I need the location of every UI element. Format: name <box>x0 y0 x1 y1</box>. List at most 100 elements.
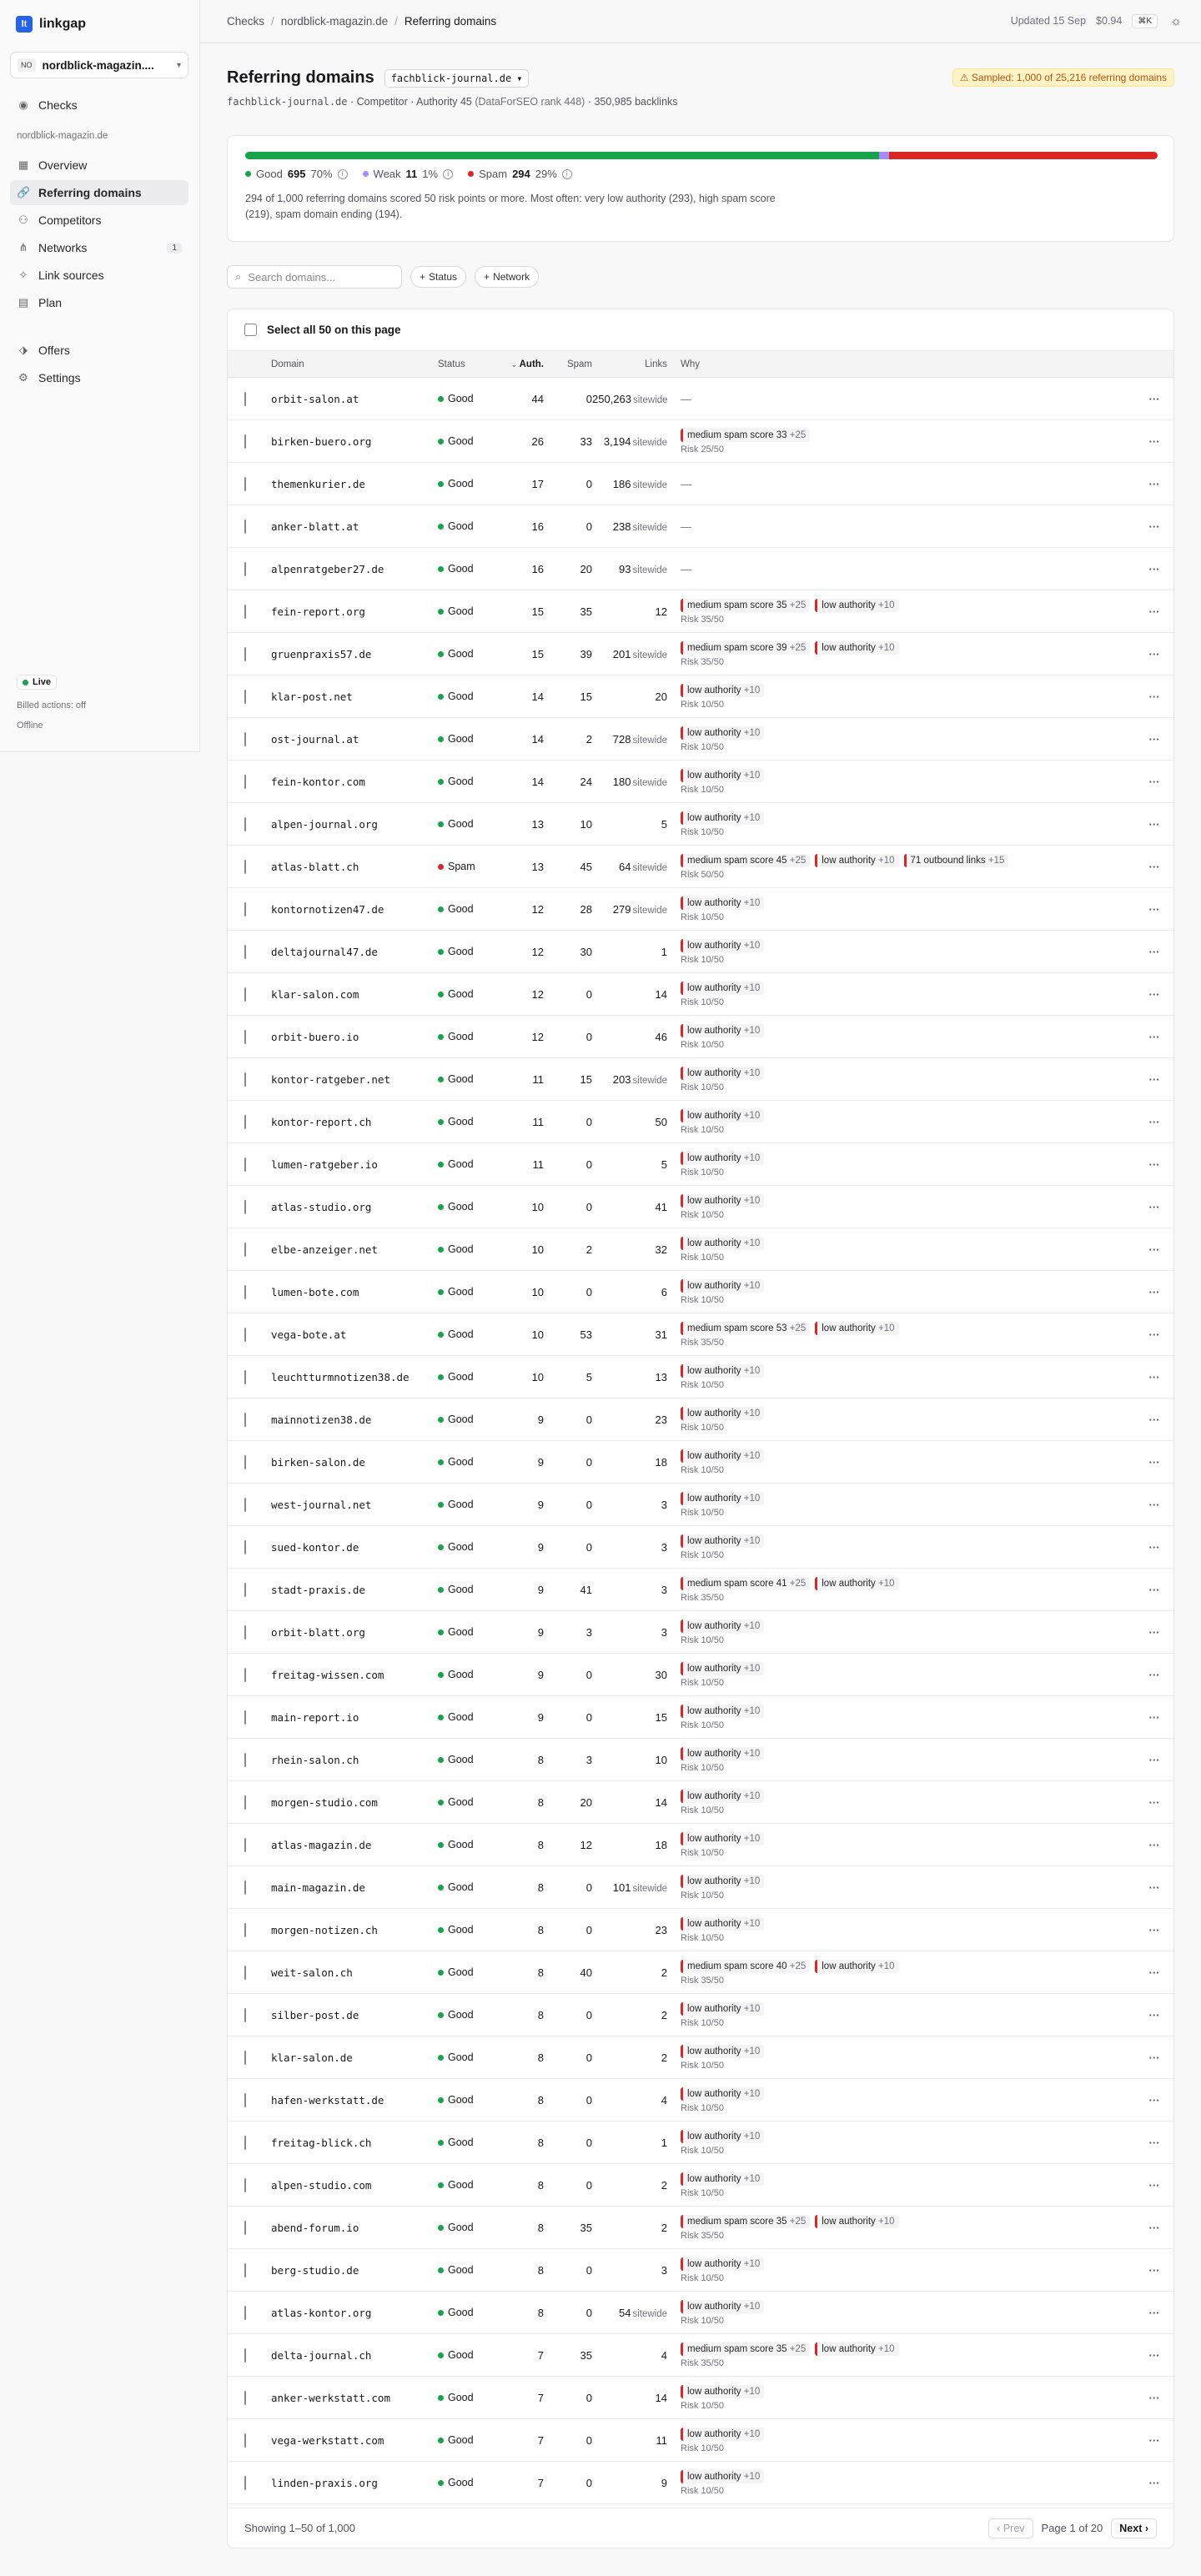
domain-cell[interactable]: freitag-wissen.com <box>271 1669 438 1681</box>
row-checkbox[interactable] <box>244 604 246 619</box>
table-row[interactable]: alpen-journal.org Good 13 10 5 low authority … <box>228 803 1173 846</box>
row-actions-icon[interactable]: ··· <box>1135 1626 1173 1639</box>
table-row[interactable]: anker-werkstatt.com Good 7 0 14 low authority… <box>228 2377 1173 2419</box>
sidebar-item-plan[interactable]: ▤ Plan <box>10 290 188 315</box>
domain-cell[interactable]: linden-praxis.org <box>271 2477 438 2489</box>
col-status[interactable]: Status <box>438 359 496 369</box>
row-checkbox[interactable] <box>244 1710 246 1725</box>
row-checkbox[interactable] <box>244 1072 246 1087</box>
row-checkbox[interactable] <box>244 2433 246 2448</box>
row-actions-icon[interactable]: ··· <box>1135 776 1173 788</box>
info-icon[interactable]: i <box>337 168 348 179</box>
domain-cell[interactable]: hafen-werkstatt.de <box>271 2094 438 2106</box>
row-checkbox[interactable] <box>244 1497 246 1512</box>
row-actions-icon[interactable]: ··· <box>1135 2392 1173 2404</box>
domain-cell[interactable]: alpenratgeber27.de <box>271 563 438 575</box>
domain-cell[interactable]: abend-forum.io <box>271 2222 438 2234</box>
row-actions-icon[interactable]: ··· <box>1135 903 1173 916</box>
row-checkbox[interactable] <box>244 1624 246 1640</box>
row-checkbox[interactable] <box>244 2177 246 2192</box>
table-row[interactable]: fein-report.org Good 15 35 12 medium spam sco… <box>228 590 1173 633</box>
row-checkbox[interactable] <box>244 1837 246 1852</box>
row-checkbox[interactable] <box>244 2092 246 2107</box>
row-checkbox[interactable] <box>244 689 246 704</box>
row-checkbox[interactable] <box>244 1795 246 1810</box>
info-icon[interactable]: i <box>443 168 454 179</box>
domain-cell[interactable]: deltajournal47.de <box>271 946 438 958</box>
table-row[interactable]: linden-praxis.org Good 7 0 9 low authority +1… <box>228 2462 1173 2504</box>
row-checkbox[interactable] <box>244 2475 246 2490</box>
domain-cell[interactable]: alpen-journal.org <box>271 818 438 831</box>
app-logo[interactable]: lt linkgap <box>16 16 86 33</box>
row-actions-icon[interactable]: ··· <box>1135 648 1173 660</box>
domain-cell[interactable]: berg-studio.de <box>271 2264 438 2277</box>
row-checkbox[interactable] <box>244 1667 246 1682</box>
row-checkbox[interactable] <box>244 2262 246 2277</box>
domain-cell[interactable]: morgen-studio.com <box>271 1796 438 1809</box>
domain-cell[interactable]: atlas-kontor.org <box>271 2307 438 2319</box>
row-actions-icon[interactable]: ··· <box>1135 435 1173 448</box>
table-row[interactable]: kontor-report.ch Good 11 0 50 low authority +… <box>228 1101 1173 1143</box>
next-page-button[interactable]: Next › <box>1111 2518 1157 2538</box>
sidebar-item-networks[interactable]: ⋔ Networks 1 <box>10 235 188 260</box>
domain-cell[interactable]: kontor-report.ch <box>271 1116 438 1128</box>
table-row[interactable]: klar-salon.com Good 12 0 14 low authority +10… <box>228 973 1173 1016</box>
command-palette-shortcut[interactable]: ⌘K <box>1132 13 1158 28</box>
col-authority[interactable]: ⌄ Auth. <box>496 359 544 369</box>
row-actions-icon[interactable]: ··· <box>1135 733 1173 746</box>
table-row[interactable]: atlas-magazin.de Good 8 12 18 low authority +… <box>228 1824 1173 1866</box>
row-actions-icon[interactable]: ··· <box>1135 2222 1173 2234</box>
table-row[interactable]: orbit-salon.at Good 44 0 250,263 sitewide — ··· <box>228 378 1173 420</box>
domain-cell[interactable]: klar-salon.de <box>271 2051 438 2064</box>
table-row[interactable]: orbit-buero.io Good 12 0 46 low authority +10… <box>228 1016 1173 1058</box>
row-actions-icon[interactable]: ··· <box>1135 2179 1173 2192</box>
domain-cell[interactable]: rhein-salon.ch <box>271 1754 438 1766</box>
row-checkbox[interactable] <box>244 2348 246 2363</box>
domain-cell[interactable]: sued-kontor.de <box>271 1541 438 1554</box>
row-actions-icon[interactable]: ··· <box>1135 1839 1173 1851</box>
row-checkbox[interactable] <box>244 1284 246 1299</box>
nav-offers[interactable]: ⬗ Offers <box>10 338 188 363</box>
row-checkbox[interactable] <box>244 1157 246 1172</box>
domain-cell[interactable]: main-magazin.de <box>271 1881 438 1894</box>
col-spam[interactable]: Spam <box>544 359 592 369</box>
table-row[interactable]: alpen-studio.com Good 8 0 2 low authority +10… <box>228 2164 1173 2207</box>
row-checkbox[interactable] <box>244 1922 246 1937</box>
domain-cell[interactable]: lumen-ratgeber.io <box>271 1158 438 1171</box>
domain-cell[interactable]: morgen-notizen.ch <box>271 1924 438 1936</box>
competitor-select[interactable]: fachblick-journal.de ▾ <box>384 68 530 88</box>
domain-cell[interactable]: leuchtturmnotizen38.de <box>271 1371 438 1383</box>
row-checkbox[interactable] <box>244 476 246 491</box>
domain-cell[interactable]: vega-werkstatt.com <box>271 2434 438 2447</box>
table-row[interactable]: atlas-blatt.ch Spam 13 45 64 sitewide medium s… <box>228 846 1173 888</box>
status-filter-button[interactable]: + Status <box>410 266 467 288</box>
row-checkbox[interactable] <box>244 1199 246 1214</box>
project-switcher[interactable]: NO nordblick-magazin.... ▾ <box>10 52 188 78</box>
row-actions-icon[interactable]: ··· <box>1135 1881 1173 1894</box>
sidebar-item-overview[interactable]: ▦ Overview <box>10 153 188 178</box>
table-row[interactable]: elbe-anzeiger.net Good 10 2 32 low authority … <box>228 1228 1173 1271</box>
table-row[interactable]: rhein-salon.ch Good 8 3 10 low authority +10 R… <box>228 1739 1173 1781</box>
sidebar-item-link-sources[interactable]: ✧ Link sources <box>10 263 188 288</box>
table-row[interactable]: lumen-bote.com Good 10 0 6 low authority +10 R… <box>228 1271 1173 1313</box>
domain-cell[interactable]: alpen-studio.com <box>271 2179 438 2192</box>
row-checkbox[interactable] <box>244 1539 246 1554</box>
table-row[interactable]: morgen-studio.com Good 8 20 14 low authority … <box>228 1781 1173 1824</box>
table-row[interactable]: leuchtturmnotizen38.de Good 10 5 13 low autho… <box>228 1356 1173 1398</box>
search-input[interactable]: ⌕ Search domains... <box>227 265 402 289</box>
row-actions-icon[interactable]: ··· <box>1135 1541 1173 1554</box>
row-actions-icon[interactable]: ··· <box>1135 2434 1173 2447</box>
row-checkbox[interactable] <box>244 1880 246 1895</box>
row-checkbox[interactable] <box>244 2007 246 2022</box>
domain-cell[interactable]: orbit-blatt.org <box>271 1626 438 1639</box>
domain-cell[interactable]: atlas-studio.org <box>271 1201 438 1213</box>
table-row[interactable]: anker-blatt.at Good 16 0 238 sitewide — ··· <box>228 505 1173 548</box>
row-actions-icon[interactable]: ··· <box>1135 1711 1173 1724</box>
breadcrumb-checks[interactable]: Checks <box>227 15 264 28</box>
row-actions-icon[interactable]: ··· <box>1135 563 1173 575</box>
row-checkbox[interactable] <box>244 1965 246 1980</box>
row-checkbox[interactable] <box>244 1029 246 1044</box>
row-checkbox[interactable] <box>244 2305 246 2320</box>
row-actions-icon[interactable]: ··· <box>1135 1924 1173 1936</box>
domain-cell[interactable]: themenkurier.de <box>271 478 438 490</box>
